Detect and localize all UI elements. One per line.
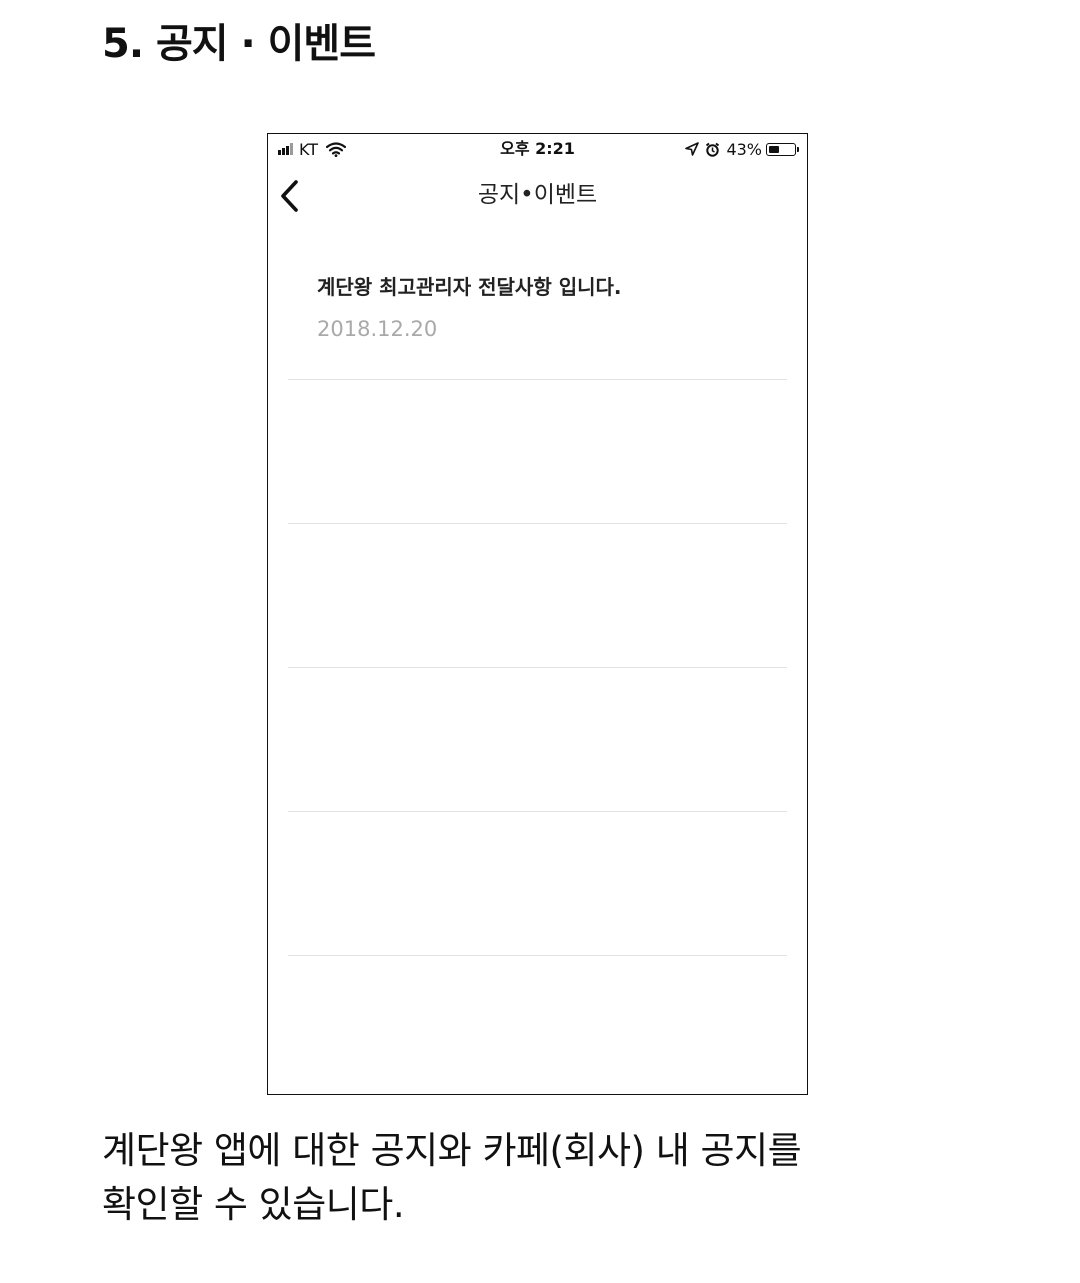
battery-nub (797, 146, 799, 152)
notice-list: 계단왕 최고관리자 전달사항 입니다. 2018.12.20 (288, 235, 787, 956)
notice-list-item[interactable] (288, 668, 787, 812)
location-arrow-icon (685, 142, 700, 156)
section-title: 5. 공지 · 이벤트 (102, 21, 376, 67)
battery-percent: 43% (726, 139, 762, 159)
notice-date: 2018.12.20 (317, 317, 438, 341)
status-bar: KT 오후 2:21 43% (268, 134, 807, 164)
notice-list-item[interactable] (288, 380, 787, 524)
notice-list-item[interactable] (288, 812, 787, 956)
notice-list-item[interactable] (288, 524, 787, 668)
description-line: 계단왕 앱에 대한 공지와 카페(회사) 내 공지를 (102, 1129, 802, 1172)
notice-list-item[interactable]: 계단왕 최고관리자 전달사항 입니다. 2018.12.20 (288, 235, 787, 380)
description-line: 확인할 수 있습니다. (102, 1183, 405, 1226)
status-right: 43% (685, 139, 799, 159)
battery-fill (769, 145, 779, 153)
battery-icon (766, 142, 796, 156)
description: 계단왕 앱에 대한 공지와 카페(회사) 내 공지를 확인할 수 있습니다. (102, 1124, 1002, 1232)
nav-bar: 공지•이벤트 (268, 172, 807, 218)
notice-title: 계단왕 최고관리자 전달사항 입니다. (317, 275, 622, 299)
nav-title: 공지•이벤트 (477, 182, 598, 208)
alarm-clock-icon (706, 142, 720, 157)
phone-screenshot: KT 오후 2:21 43% 공지•이벤트 계단왕 최고관리자 전달사항 입니다… (267, 133, 808, 1095)
